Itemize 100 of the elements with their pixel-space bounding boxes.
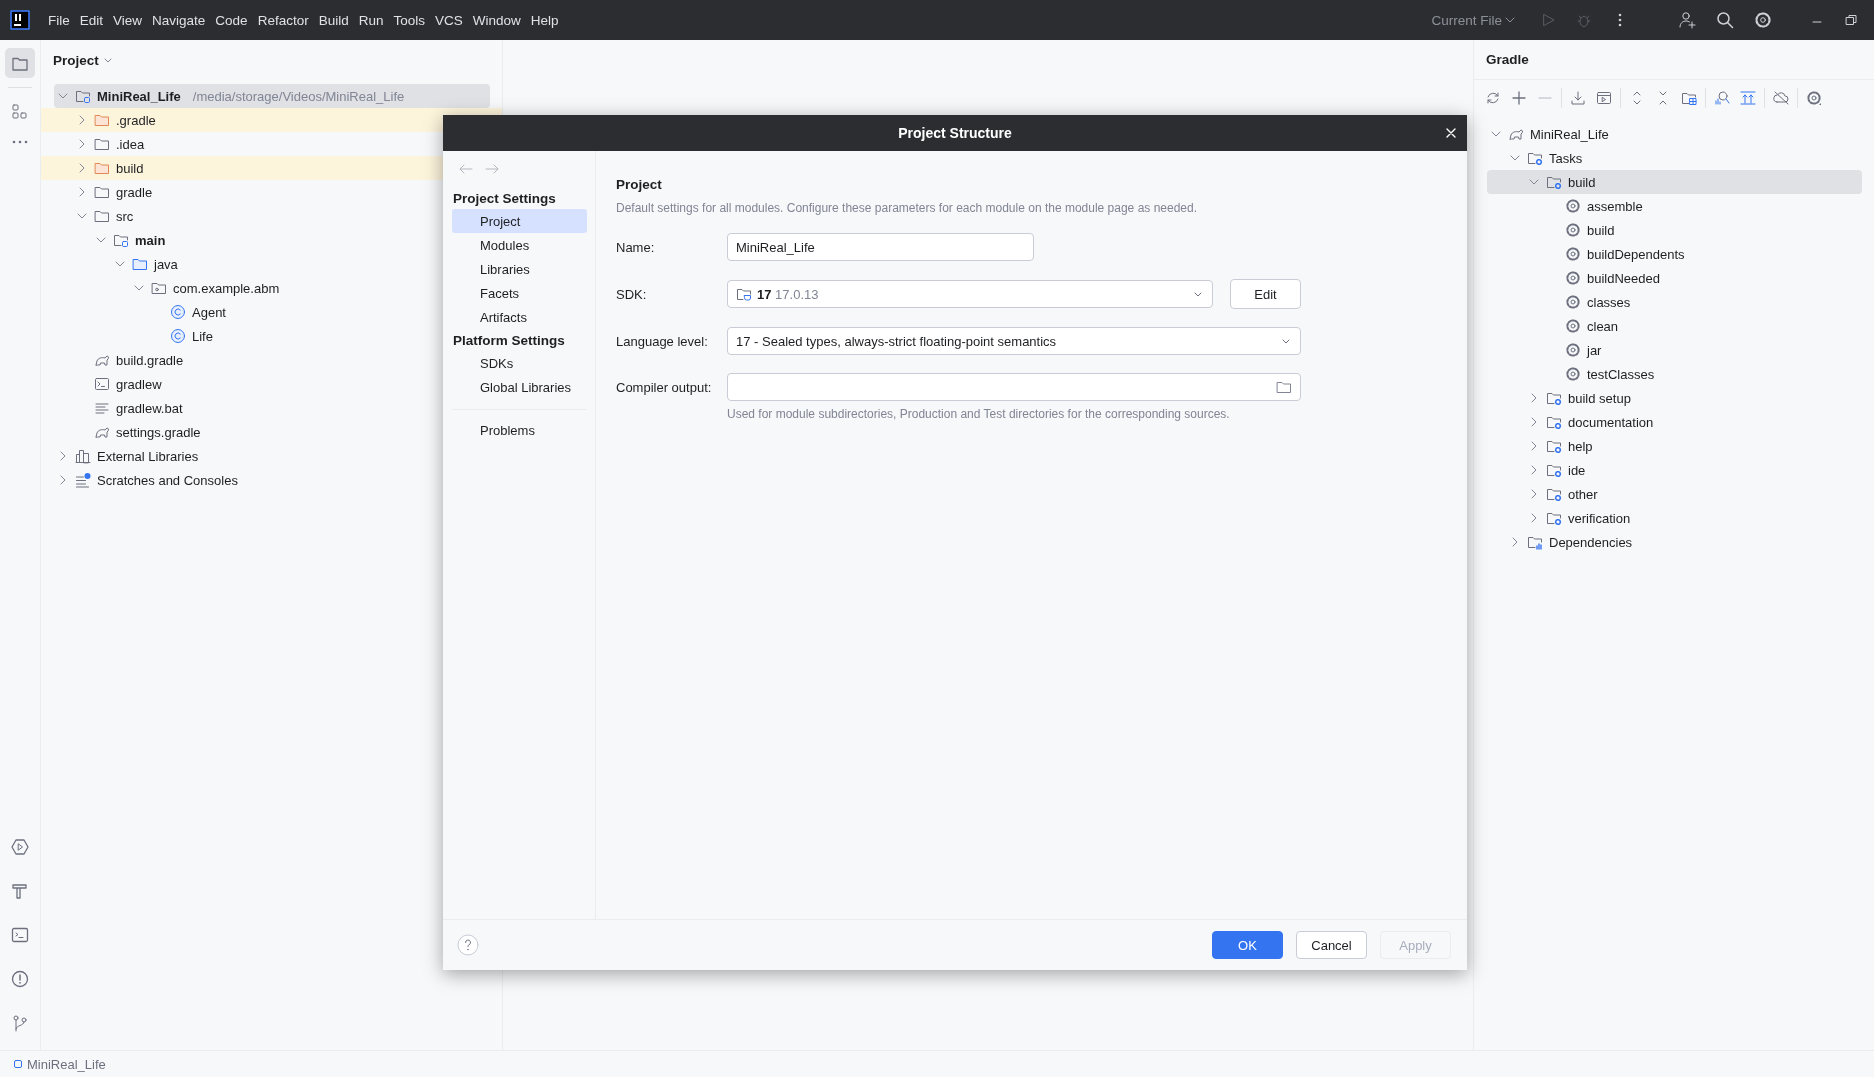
menu-item[interactable]: Run [353, 9, 389, 31]
tree-row[interactable]: clean [1474, 314, 1625, 338]
tree-label: Dependencies [1549, 534, 1633, 550]
tree-row[interactable]: External Libraries [41, 444, 205, 468]
tree-label: com.example.abm [173, 280, 280, 296]
tree-row[interactable]: classes [1474, 290, 1637, 314]
help-icon[interactable] [457, 934, 479, 956]
dependencies-folder-icon [1527, 534, 1543, 550]
tree-row[interactable]: MiniReal_Life /media/storage/Videos/MiniReal_Life [54, 84, 490, 108]
panel-title[interactable]: Project [53, 52, 99, 68]
tree-row[interactable]: MiniReal_Life [1474, 122, 1615, 146]
tree-row[interactable]: verification [1474, 506, 1637, 530]
tree-row[interactable]: .gradle [41, 108, 502, 132]
tree-row[interactable]: buildNeeded [1474, 266, 1666, 290]
nav-item[interactable]: SDKs [452, 351, 587, 375]
nav-item[interactable]: Artifacts [452, 305, 587, 329]
restore-icon[interactable] [1844, 13, 1858, 27]
tree-row[interactable]: src [41, 204, 140, 228]
nav-item[interactable]: Problems [452, 418, 587, 442]
project-tool-button[interactable] [5, 48, 35, 78]
run-configuration-dropdown[interactable]: Current File [1431, 12, 1502, 28]
menu-item[interactable]: Code [210, 9, 253, 31]
settings-icon[interactable] [1806, 90, 1822, 106]
nav-item[interactable]: Global Libraries [452, 375, 587, 399]
tree-row[interactable]: build [1487, 170, 1862, 194]
compiler-output-field[interactable] [727, 373, 1301, 401]
sdk-dropdown[interactable]: 17 17.0.13 [727, 280, 1213, 308]
tree-row[interactable]: help [1474, 434, 1599, 458]
tree-row[interactable]: buildDependents [1474, 242, 1691, 266]
add-person-icon[interactable] [1678, 11, 1696, 29]
tree-row[interactable]: Tasks [1474, 146, 1589, 170]
tree-label: clean [1587, 318, 1619, 334]
tree-label: build.gradle [116, 352, 184, 368]
tree-row[interactable]: ide [1474, 458, 1592, 482]
menu-item[interactable]: Edit [74, 9, 109, 31]
tree-row[interactable]: build [1474, 218, 1621, 242]
tree-row[interactable]: Life [41, 324, 219, 348]
menu-item[interactable]: View [108, 9, 148, 31]
folder-grid-icon[interactable] [1681, 90, 1697, 106]
nav-item[interactable]: Libraries [452, 257, 587, 281]
tree-row[interactable]: java [41, 252, 184, 276]
tree-label: Agent [192, 304, 226, 320]
run-hexagon-icon[interactable] [11, 838, 29, 856]
nav-item[interactable]: Facets [452, 281, 587, 305]
menu-item[interactable]: Window [467, 9, 526, 31]
alert-circle-icon[interactable] [11, 970, 29, 988]
run-icon[interactable] [1540, 12, 1556, 28]
tree-row[interactable]: Agent [41, 300, 232, 324]
plus-icon[interactable] [1511, 90, 1527, 106]
tree-label: testClasses [1587, 366, 1655, 382]
folder-icon[interactable] [1276, 379, 1292, 395]
app-logo-icon [10, 10, 30, 30]
name-field[interactable]: MiniReal_Life [727, 233, 1034, 261]
nav-item[interactable]: Modules [452, 233, 587, 257]
tree-row[interactable]: gradlew.bat [41, 396, 189, 420]
download-icon[interactable] [1570, 90, 1586, 106]
menu-item[interactable]: Help [525, 9, 564, 31]
tree-row[interactable]: assemble [1474, 194, 1649, 218]
tree-row[interactable]: gradle [41, 180, 159, 204]
folder-icon [132, 256, 148, 272]
tree-row[interactable]: com.example.abm [41, 276, 286, 300]
tree-row[interactable]: other [1474, 482, 1604, 506]
menu-item[interactable]: Navigate [147, 9, 211, 31]
tree-row[interactable]: Dependencies [1474, 530, 1639, 554]
menu-item[interactable]: VCS [430, 9, 468, 31]
breadcrumb[interactable]: MiniReal_Life [27, 1056, 106, 1072]
nav-item[interactable]: Project [452, 209, 587, 233]
language-level-dropdown[interactable]: 17 - Sealed types, always-strict floating-point semantics [727, 327, 1301, 355]
tree-row[interactable]: gradlew [41, 372, 168, 396]
hammer-icon[interactable] [11, 882, 29, 900]
tree-row[interactable]: documentation [1474, 410, 1660, 434]
menu-item[interactable]: File [43, 9, 75, 31]
tree-row[interactable]: testClasses [1474, 362, 1661, 386]
refresh-icon[interactable] [1485, 90, 1501, 106]
dialog-button[interactable]: Cancel [1296, 931, 1367, 959]
structure-icon[interactable] [11, 103, 29, 121]
cloud-off-icon[interactable] [1773, 90, 1789, 106]
tree-row[interactable]: jar [1474, 338, 1608, 362]
tree-row[interactable]: main [41, 228, 172, 252]
tree-label: build [116, 160, 144, 176]
branch-icon[interactable] [11, 1014, 29, 1032]
tree-row[interactable]: build.gradle [41, 348, 190, 372]
tree-label: jar [1587, 342, 1602, 358]
run-window-icon[interactable] [1596, 90, 1612, 106]
gear-icon [1565, 318, 1581, 334]
terminal-icon[interactable] [11, 926, 29, 944]
tree-row[interactable]: settings.gradle [41, 420, 207, 444]
project-path: /media/storage/Videos/MiniReal_Life [192, 88, 405, 104]
tree-row[interactable]: .idea [41, 132, 151, 156]
tree-row[interactable]: build setup [1474, 386, 1637, 410]
dialog-button[interactable]: OK [1212, 931, 1283, 959]
analyze-icon[interactable] [1714, 90, 1730, 106]
search-icon[interactable] [1716, 11, 1734, 29]
menu-item[interactable]: Refactor [252, 9, 314, 31]
edit-button[interactable]: Edit [1230, 279, 1301, 309]
tree-label: gradlew.bat [116, 400, 183, 416]
tree-row[interactable]: Scratches and Consoles [41, 468, 244, 492]
close-icon[interactable] [1445, 127, 1457, 139]
menu-item[interactable]: Build [313, 9, 354, 31]
menu-item[interactable]: Tools [388, 9, 430, 31]
